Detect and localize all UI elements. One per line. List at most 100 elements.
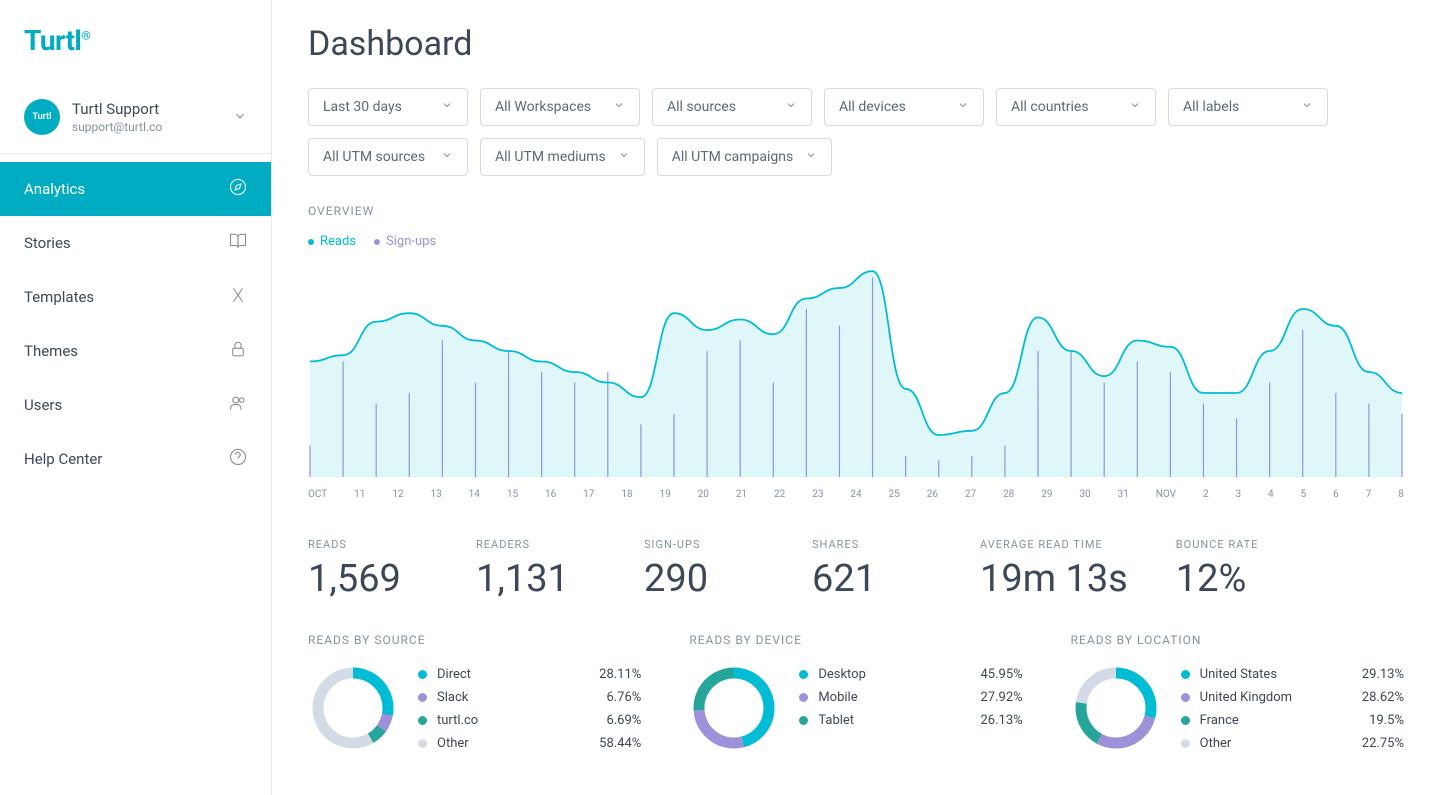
donut-item: Mobile27.92%: [799, 686, 1022, 709]
donut-item-label: Tablet: [818, 713, 970, 728]
x-tick: 20: [698, 489, 709, 500]
filter-all-workspaces[interactable]: All Workspaces: [480, 88, 640, 126]
donut-item-label: Other: [437, 736, 589, 751]
donut-chart: [689, 663, 779, 753]
page-title: Dashboard: [308, 24, 1404, 64]
x-tick: 24: [850, 489, 861, 500]
filter-all-utm-sources[interactable]: All UTM sources: [308, 138, 468, 176]
donut-item: Other22.75%: [1181, 732, 1404, 755]
metric-label: BOUNCE RATE: [1176, 538, 1296, 551]
chevron-down-icon: [1301, 99, 1313, 115]
filter-all-countries[interactable]: All countries: [996, 88, 1156, 126]
nav-label: Themes: [24, 342, 78, 360]
x-tick: 16: [545, 489, 556, 500]
donut-item-value: 29.13%: [1362, 667, 1404, 682]
donut-item-value: 6.76%: [606, 690, 641, 705]
sidebar-item-analytics[interactable]: Analytics: [0, 162, 271, 216]
donut-item: United Kingdom28.62%: [1181, 686, 1404, 709]
user-email: support@turtl.co: [72, 120, 221, 134]
donut-item-label: Other: [1200, 736, 1352, 751]
donut-list: Direct28.11%Slack6.76%turtl.co6.69%Other…: [418, 663, 641, 755]
legend-label: Reads: [320, 234, 356, 249]
filter-label: Last 30 days: [323, 99, 402, 115]
overview-label: OVERVIEW: [308, 204, 1404, 218]
donut-item-value: 19.5%: [1369, 713, 1404, 728]
donut-item: Desktop45.95%: [799, 663, 1022, 686]
x-tick: 11: [354, 489, 365, 500]
donut-item: United States29.13%: [1181, 663, 1404, 686]
legend-dot: [308, 239, 314, 245]
metric-label: SIGN-UPS: [644, 538, 764, 551]
metric-label: READS: [308, 538, 428, 551]
color-dot: [799, 716, 808, 725]
x-tick: 17: [583, 489, 594, 500]
donut-row: READS BY SOURCEDirect28.11%Slack6.76%tur…: [308, 633, 1404, 755]
legend-dot: [374, 239, 380, 245]
x-tick: 4: [1268, 489, 1274, 500]
filter-label: All UTM sources: [323, 149, 425, 165]
x-tick: 26: [927, 489, 938, 500]
color-dot: [1181, 670, 1190, 679]
donut-item-label: Mobile: [818, 690, 970, 705]
x-tick: 15: [507, 489, 518, 500]
filter-all-devices[interactable]: All devices: [824, 88, 984, 126]
filter-all-utm-campaigns[interactable]: All UTM campaigns: [657, 138, 832, 176]
sidebar-item-stories[interactable]: Stories: [0, 216, 271, 270]
sidebar-item-users[interactable]: Users: [0, 378, 271, 432]
filter-all-labels[interactable]: All labels: [1168, 88, 1328, 126]
x-tick: OCT: [308, 489, 327, 500]
metric-value: 12%: [1176, 557, 1296, 601]
x-tick: 22: [774, 489, 785, 500]
metric-bounce-rate: BOUNCE RATE 12%: [1176, 538, 1296, 601]
donut-item: turtl.co6.69%: [418, 709, 641, 732]
metric-label: AVERAGE READ TIME: [980, 538, 1128, 551]
donut-item-value: 28.62%: [1362, 690, 1404, 705]
sidebar-item-templates[interactable]: Templates: [0, 270, 271, 324]
x-tick: 13: [430, 489, 441, 500]
sidebar-item-help-center[interactable]: Help Center: [0, 432, 271, 486]
donut-item-label: Direct: [437, 667, 589, 682]
compass-icon: [229, 178, 247, 200]
x-tick: 27: [965, 489, 976, 500]
metric-value: 1,131: [476, 557, 596, 601]
filter-label: All countries: [1011, 99, 1089, 115]
chevron-down-icon: [1129, 99, 1141, 115]
donut-reads-by-device: READS BY DEVICEDesktop45.95%Mobile27.92%…: [689, 633, 1022, 755]
legend-item-sign-ups[interactable]: Sign-ups: [374, 234, 436, 249]
x-tick: NOV: [1156, 489, 1176, 500]
filter-all-utm-mediums[interactable]: All UTM mediums: [480, 138, 645, 176]
metric-reads: READS1,569: [308, 538, 428, 601]
main: Dashboard Last 30 days All Workspaces All …: [272, 0, 1440, 795]
filter-last-30-days[interactable]: Last 30 days: [308, 88, 468, 126]
metric-shares: SHARES621: [812, 538, 932, 601]
x-tick: 6: [1333, 489, 1339, 500]
x-tick: 12: [392, 489, 403, 500]
legend-item-reads[interactable]: Reads: [308, 234, 356, 249]
color-dot: [1181, 693, 1190, 702]
x-tick: 18: [621, 489, 632, 500]
x-tick: 25: [889, 489, 900, 500]
x-tick: 19: [660, 489, 671, 500]
color-dot: [799, 693, 808, 702]
filter-label: All Workspaces: [495, 99, 591, 115]
metrics-row: READS1,569READERS1,131SIGN-UPS290SHARES6…: [308, 538, 1404, 601]
donut-item-label: France: [1200, 713, 1359, 728]
sidebar-item-themes[interactable]: Themes: [0, 324, 271, 378]
chevron-down-icon: [233, 108, 247, 127]
avatar: Turtl: [24, 99, 60, 135]
donut-list: Desktop45.95%Mobile27.92%Tablet26.13%: [799, 663, 1022, 732]
user-menu[interactable]: Turtl Turtl Support support@turtl.co: [0, 81, 271, 154]
nav: Analytics StoriesTemplates Themes UsersHelp…: [0, 162, 271, 486]
filter-label: All UTM campaigns: [672, 149, 793, 165]
filter-all-sources[interactable]: All sources: [652, 88, 812, 126]
chart-x-axis: OCT1112131415161718192021222324252627282…: [308, 485, 1404, 518]
color-dot: [1181, 716, 1190, 725]
color-dot: [418, 716, 427, 725]
nav-label: Analytics: [24, 180, 85, 198]
x-tick: 8: [1398, 489, 1404, 500]
x-tick: 5: [1301, 489, 1307, 500]
sidebar: Turtl® Turtl Turtl Support support@turtl…: [0, 0, 272, 795]
color-dot: [799, 670, 808, 679]
help-icon: [229, 448, 247, 470]
donut-item-label: Desktop: [818, 667, 970, 682]
